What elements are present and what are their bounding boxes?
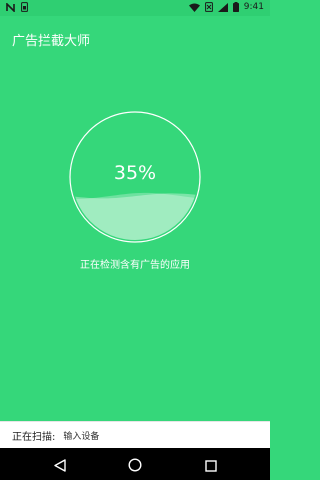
status-bar: 9:41: [0, 0, 270, 16]
home-icon[interactable]: [128, 457, 142, 476]
progress-percent: 35%: [113, 162, 157, 184]
navigation-bar: [0, 448, 270, 480]
scan-status-bar: 正在扫描: 输入设备: [0, 421, 270, 449]
progress-circle: 35%: [68, 110, 202, 244]
wifi-icon: [188, 3, 200, 12]
n-logo-icon: [6, 2, 15, 12]
no-sim-icon: [204, 2, 213, 12]
status-time: 9:41: [243, 2, 264, 12]
recents-icon[interactable]: [205, 457, 217, 476]
scan-label: 正在扫描:: [12, 432, 56, 443]
wave-front: [72, 193, 198, 240]
status-left-icons: [6, 2, 28, 12]
detection-status-text: 正在检测含有广告的应用: [80, 260, 190, 271]
scan-current-item: 输入设备: [63, 432, 100, 442]
sim-card-icon: [21, 2, 28, 12]
app-bar: 广告拦截大师: [0, 16, 270, 62]
app-title: 广告拦截大师: [12, 34, 91, 49]
back-icon[interactable]: [54, 457, 66, 476]
main-content: 35% 正在检测含有广告的应用: [0, 62, 270, 420]
status-right-icons: 9:41: [188, 2, 264, 12]
signal-icon: [217, 2, 228, 12]
battery-icon: [232, 2, 239, 12]
